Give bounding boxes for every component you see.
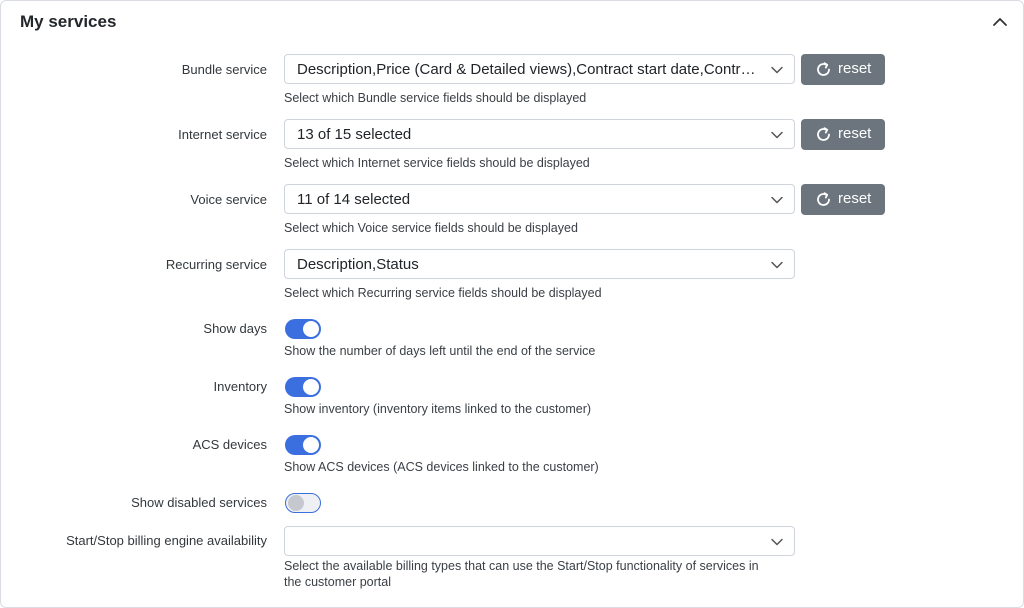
voice-service-label: Voice service [190,192,267,207]
refresh-icon [817,62,830,76]
voice-service-help: Select which Voice service fields should… [284,221,578,235]
inventory-label: Inventory [213,379,267,394]
my-services-panel: My services Bundle service Description,P… [0,0,1024,608]
chevron-down-icon [771,261,783,269]
internet-service-value: 13 of 15 selected [297,126,412,143]
toggle-knob [303,379,319,395]
inventory-toggle[interactable] [285,377,321,397]
start-stop-help-line1: Select the available billing types that … [284,559,759,573]
recurring-service-value: Description,Status [297,256,419,273]
chevron-down-icon [771,66,783,74]
chevron-down-icon [771,538,783,546]
reset-label: reset [838,60,872,77]
show-disabled-label: Show disabled services [131,495,267,510]
acs-devices-label: ACS devices [192,437,267,452]
internet-reset-button[interactable]: reset [801,119,885,150]
reset-label: reset [838,125,872,142]
start-stop-label: Start/Stop billing engine availability [66,533,267,548]
bundle-service-help: Select which Bundle service fields shoul… [284,91,587,105]
reset-label: reset [838,190,872,207]
internet-service-select[interactable]: 13 of 15 selected [284,119,795,149]
voice-service-value: 11 of 14 selected [297,191,411,208]
bundle-service-select[interactable]: Description,Price (Card & Detailed views… [284,54,795,84]
show-days-label: Show days [203,321,267,336]
recurring-service-select[interactable]: Description,Status [284,249,795,279]
voice-reset-button[interactable]: reset [801,184,885,215]
acs-devices-help: Show ACS devices (ACS devices linked to … [284,460,599,474]
bundle-service-value: Description,Price (Card & Detailed views… [297,61,758,78]
start-stop-help-line2: the customer portal [284,575,391,589]
collapse-button[interactable] [989,11,1011,33]
chevron-down-icon [771,196,783,204]
refresh-icon [817,127,830,141]
chevron-down-icon [771,131,783,139]
internet-service-help: Select which Internet service fields sho… [284,156,590,170]
toggle-knob [303,437,319,453]
panel-title: My services [20,12,117,31]
toggle-knob [288,495,304,511]
acs-devices-toggle[interactable] [285,435,321,455]
toggle-knob [303,321,319,337]
show-days-toggle[interactable] [285,319,321,339]
show-days-help: Show the number of days left until the e… [284,344,596,358]
recurring-service-help: Select which Recurring service fields sh… [284,286,602,300]
refresh-icon [817,192,830,206]
chevron-up-icon [993,18,1007,26]
bundle-service-label: Bundle service [181,62,267,77]
voice-service-select[interactable]: 11 of 14 selected [284,184,795,214]
panel-header: My services [1,1,1023,45]
start-stop-select[interactable] [284,526,795,556]
bundle-reset-button[interactable]: reset [801,54,885,85]
inventory-help: Show inventory (inventory items linked t… [284,402,592,416]
recurring-service-label: Recurring service [165,257,267,272]
show-disabled-toggle[interactable] [285,493,321,513]
internet-service-label: Internet service [178,127,267,142]
